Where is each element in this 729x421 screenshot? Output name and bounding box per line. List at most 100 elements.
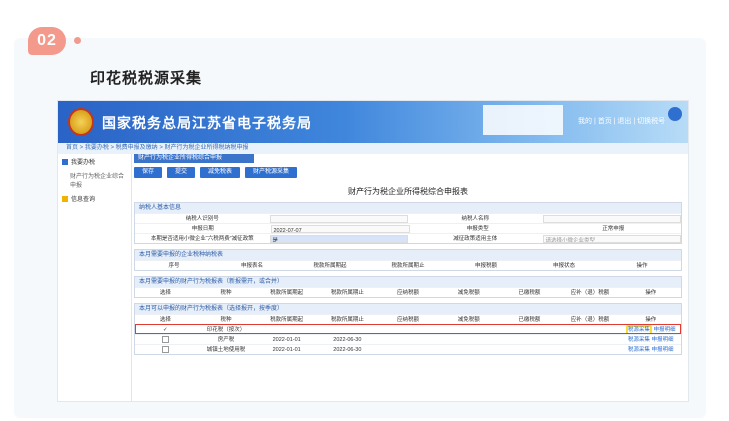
sidebar-item-query[interactable]: 信息查询 (58, 191, 131, 206)
page: 02 印花税税源采集 国家税务总局江苏省电子税务局 我的 | 首页 | 退出 |… (0, 0, 729, 421)
table-header-row: 序号 申报表名 税款所属期起 税款所属期止 申报税额 申报状态 操作 (135, 260, 681, 270)
sidebar-item-tax[interactable]: 我要办税 (58, 154, 131, 169)
empty-cell (378, 325, 439, 334)
column-header: 税款所属期止 (330, 290, 364, 296)
sidebar-item-label: 我要办税 (71, 160, 96, 166)
empty-cell (438, 325, 499, 334)
column-header: 申报税额 (474, 263, 497, 269)
empty-cell (378, 345, 439, 354)
date-field[interactable]: 2022-07-07 (270, 225, 410, 233)
column-header: 税款所属期起 (270, 317, 304, 323)
property-tax-optional-panel: 本月可以申报的财产行为税报表（选择报开，按季度） 选择 税种 税款所属期起 税款… (134, 303, 682, 355)
tax-name: 城镇土地使用税 (206, 347, 246, 353)
row-actions: 税源采集 申报明细 (620, 345, 681, 354)
checkbox-icon (161, 346, 169, 354)
period-end: 2022-06-30 (333, 337, 362, 343)
column-header: 税款所属期止 (330, 317, 364, 323)
sidebar-subitem[interactable]: 财产行为税企业综合申报 (58, 169, 131, 191)
detail-link[interactable]: 申报明细 (651, 347, 673, 353)
column-header: 应补（退）税额 (570, 290, 610, 296)
column-header: 减免税额 (457, 290, 480, 296)
subject-select[interactable]: 请选择小微企业类型 (542, 235, 681, 243)
row-checkbox[interactable]: ✓ (135, 325, 196, 334)
source-collect-link[interactable]: 税源采集 (628, 337, 650, 343)
row-actions: 税源采集 申报明细 (620, 335, 681, 344)
panel-header: 本月需要申报的财产行为税报表（新报需开，或合并） (135, 277, 681, 287)
property-tax-required-panel: 本月需要申报的财产行为税报表（新报需开，或合并） 选择 税种 税款所属期起 税款… (134, 276, 682, 298)
empty-cell (499, 345, 560, 354)
row-checkbox[interactable] (135, 335, 196, 344)
tax-emblem-icon (68, 108, 94, 136)
column-header: 序号 (168, 263, 180, 269)
period-end: 2022-06-30 (333, 347, 362, 353)
field-label: 纳税人识别号 (185, 216, 219, 222)
save-button[interactable]: 保存 (134, 167, 163, 178)
folder-icon (62, 195, 68, 202)
toolbar: 保存 提交 减免税表 财产税源采集 (134, 167, 682, 178)
column-header: 税款所属期止 (391, 263, 425, 269)
column-header: 应纳税额 (397, 290, 420, 296)
empty-cell (438, 345, 499, 354)
banner-links[interactable]: 我的 | 首页 | 退出 | 切换税号 (578, 116, 665, 126)
main-area: 财产行为税企业所得税综合申报 保存 提交 减免税表 财产税源采集 财产行为税企业… (134, 154, 682, 401)
table-header-row: 选择 税种 税款所属期起 税款所属期止 应纳税额 减免税额 已缴税额 应补（退）… (135, 287, 681, 297)
empty-cell (378, 335, 439, 344)
submit-button[interactable]: 提交 (167, 167, 196, 178)
breadcrumb[interactable]: 首页 > 我要办税 > 税费申报及缴纳 > 财产行为税企业所得税纳税申报 (58, 143, 688, 154)
source-collect-link[interactable]: 税源采集 (625, 325, 652, 334)
form-row: 本期是否适用小微企业“六税两费”减征政策 是 减征政策适用主体 请选择小微企业类… (135, 233, 681, 243)
sidebar-item-label: 信息查询 (71, 197, 96, 203)
column-header: 税种 (220, 290, 232, 296)
period-start: 2022-01-01 (272, 347, 301, 353)
table-header-row: 选择 税种 税款所属期起 税款所属期止 应纳税额 减免税额 已缴税额 应补（退）… (135, 314, 681, 324)
section-title: 印花税税源采集 (90, 70, 203, 87)
column-header: 申报状态 (552, 263, 575, 269)
column-header: 操作 (636, 263, 648, 269)
column-header: 操作 (645, 290, 657, 296)
help-icon[interactable] (668, 107, 682, 121)
sidebar: 我要办税 财产行为税企业综合申报 信息查询 (58, 154, 132, 401)
detail-link[interactable]: 申报明细 (651, 337, 673, 343)
tax-name: 房产税 (217, 337, 235, 343)
redacted-area (483, 105, 563, 135)
table-row-property: 房产税 2022-01-01 2022-06-30 税源采集 申报明细 (135, 334, 681, 344)
column-header: 应纳税额 (397, 317, 420, 323)
empty-cell (499, 325, 560, 334)
row-checkbox[interactable] (135, 345, 196, 354)
empty-cell (560, 325, 621, 334)
policy-select[interactable]: 是 (269, 235, 408, 243)
column-header: 选择 (159, 317, 171, 323)
column-header: 税款所属期起 (270, 290, 304, 296)
empty-cell (499, 335, 560, 344)
tax-name: 印花税（按次） (206, 327, 246, 333)
table-row-land: 城镇土地使用税 2022-01-01 2022-06-30 税源采集 申报明细 (135, 344, 681, 354)
column-header: 申报表名 (240, 263, 263, 269)
embedded-screenshot: 国家税务总局江苏省电子税务局 我的 | 首页 | 退出 | 切换税号 首页 > … (57, 100, 689, 402)
field-label: 纳税人名称 (461, 216, 489, 222)
empty-cell (560, 345, 621, 354)
field-label: 减征政策适用主体 (453, 236, 498, 242)
enterprise-tax-panel: 本月需要申报的企业税种纳税表 序号 申报表名 税款所属期起 税款所属期止 申报税… (134, 249, 682, 271)
empty-cell (438, 335, 499, 344)
step-badge: 02 (28, 27, 66, 55)
column-header: 已缴税额 (518, 290, 541, 296)
tab-active[interactable]: 财产行为税企业所得税综合申报 (134, 154, 254, 163)
table-row-stamp-duty: ✓ 印花税（按次） 税源采集 申报明细 (135, 324, 681, 334)
panel-header: 纳税人基本信息 (135, 203, 681, 213)
taxpayer-id-field[interactable] (269, 215, 408, 223)
field-label: 申报日期 (191, 226, 214, 232)
detail-link[interactable]: 申报明细 (653, 327, 675, 333)
field-label: 申报类型 (466, 226, 489, 232)
basic-info-panel: 纳税人基本信息 纳税人识别号 纳税人名称 申报日期 2022-07-07 申报类… (134, 202, 682, 244)
column-header: 减免税额 (457, 317, 480, 323)
column-header: 应补（退）税额 (570, 317, 610, 323)
column-header: 税种 (220, 317, 232, 323)
column-header: 操作 (645, 317, 657, 323)
form-row: 纳税人识别号 纳税人名称 (135, 213, 681, 223)
taxpayer-name-field[interactable] (542, 215, 681, 223)
doc-icon (62, 158, 68, 165)
column-header: 选择 (159, 290, 171, 296)
relief-button[interactable]: 减免税表 (200, 167, 241, 178)
source-collect-button[interactable]: 财产税源采集 (245, 167, 298, 178)
source-collect-link[interactable]: 税源采集 (628, 347, 650, 353)
